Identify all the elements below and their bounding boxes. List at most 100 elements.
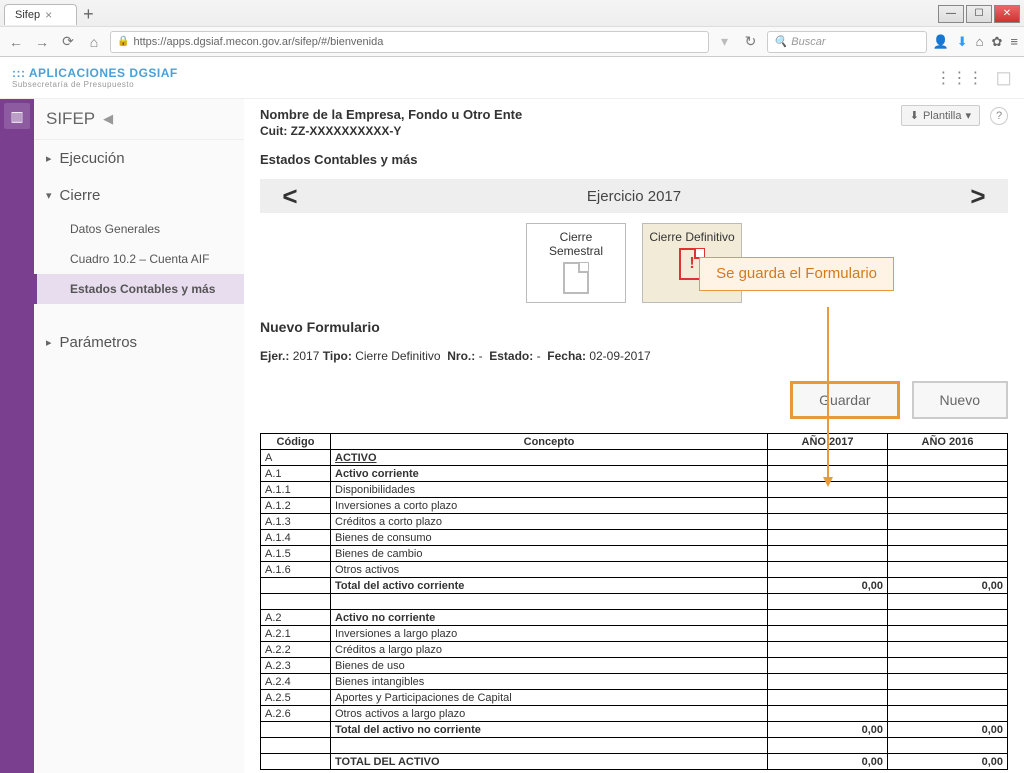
table-row[interactable] xyxy=(261,738,1008,754)
browser-chrome: Sifep × + — ☐ ✕ ← → ⟳ ⌂ 🔒 https://apps.d… xyxy=(0,0,1024,57)
nav-label: Ejecución xyxy=(60,150,125,167)
nav-label: Parámetros xyxy=(60,334,138,351)
search-placeholder: Buscar xyxy=(791,36,825,48)
nav-cuadro-102[interactable]: Cuadro 10.2 – Cuenta AIF xyxy=(34,244,244,274)
table-row[interactable]: Total del activo no corriente0,000,00 xyxy=(261,722,1008,738)
table-row[interactable]: A.2.6Otros activos a largo plazo xyxy=(261,706,1008,722)
company-name: Nombre de la Empresa, Fondo u Otro Ente xyxy=(260,107,1008,122)
form-title: Nuevo Formulario xyxy=(260,319,1008,335)
th-year2: AÑO 2016 xyxy=(888,434,1008,450)
logo-subtext: Subsecretaría de Presupuesto xyxy=(12,80,178,89)
annotation-callout: Se guarda el Formulario xyxy=(699,257,894,291)
table-row[interactable]: A.2.1Inversiones a largo plazo xyxy=(261,626,1008,642)
table-row[interactable]: AACTIVO xyxy=(261,450,1008,466)
sidebar: ▥ SIFEP ◀ Ejecución Cierre Datos General… xyxy=(0,99,244,773)
main-top-right: ⬇ Plantilla ▾ ? xyxy=(901,105,1008,126)
table-row[interactable]: A.1Activo corriente xyxy=(261,466,1008,482)
menu-icon[interactable]: ≡ xyxy=(1010,34,1018,50)
collapse-icon: ◀ xyxy=(103,111,113,127)
apps-grid-icon[interactable]: ⋮⋮⋮ xyxy=(935,68,983,88)
sidebar-rail: ▥ xyxy=(0,99,34,773)
estados-table: Código Concepto AÑO 2017 AÑO 2016 AACTIV… xyxy=(260,433,1008,770)
table-row[interactable]: A.1.5Bienes de cambio xyxy=(261,546,1008,562)
table-row[interactable]: A.1.6Otros activos xyxy=(261,562,1008,578)
address-bar: ← → ⟳ ⌂ 🔒 https://apps.dgsiaf.mecon.gov.… xyxy=(0,26,1024,56)
forward-icon[interactable]: → xyxy=(32,32,52,52)
plantilla-button[interactable]: ⬇ Plantilla ▾ xyxy=(901,105,980,126)
maximize-button[interactable]: ☐ xyxy=(966,5,992,23)
sidebar-content: SIFEP ◀ Ejecución Cierre Datos Generales… xyxy=(34,99,244,773)
caret-down-icon xyxy=(46,189,52,202)
ejercicio-label: Ejercicio 2017 xyxy=(587,188,681,205)
window-controls: — ☐ ✕ xyxy=(936,5,1020,23)
browser-tab[interactable]: Sifep × xyxy=(4,4,77,25)
plantilla-label: Plantilla xyxy=(923,110,962,122)
help-icon[interactable]: ? xyxy=(990,107,1008,125)
tab-bar: Sifep × + — ☐ ✕ xyxy=(0,0,1024,26)
table-row[interactable]: Total del activo corriente0,000,00 xyxy=(261,578,1008,594)
reload2-icon[interactable]: ↻ xyxy=(741,32,761,52)
ejercicio-bar: < Ejercicio 2017 > xyxy=(260,179,1008,213)
th-codigo: Código xyxy=(261,434,331,450)
ext-icon[interactable]: ✿ xyxy=(992,34,1003,50)
new-tab-button[interactable]: + xyxy=(83,4,94,25)
nav-cierre[interactable]: Cierre xyxy=(34,177,244,214)
bookmark-icon[interactable]: ◻ xyxy=(995,65,1012,90)
next-ejercicio-button[interactable]: > xyxy=(948,181,1008,212)
table-row[interactable]: TOTAL DEL ACTIVO0,000,00 xyxy=(261,754,1008,770)
minimize-button[interactable]: — xyxy=(938,5,964,23)
table-row[interactable]: A.1.3Créditos a corto plazo xyxy=(261,514,1008,530)
download-icon[interactable]: ⬇ xyxy=(957,34,968,50)
table-row[interactable]: A.2Activo no corriente xyxy=(261,610,1008,626)
sidebar-title-text: SIFEP xyxy=(46,109,95,129)
action-row: Guardar Nuevo xyxy=(260,381,1008,419)
self-icon[interactable]: 👤 xyxy=(933,34,949,50)
caret-right-icon xyxy=(46,336,52,349)
table-row[interactable]: A.2.4Bienes intangibles xyxy=(261,674,1008,690)
cuit: Cuit: ZZ-XXXXXXXXXX-Y xyxy=(260,124,1008,138)
close-icon[interactable]: × xyxy=(45,8,52,22)
cierre-cards: Cierre Semestral Cierre Definitivo xyxy=(260,223,1008,303)
search-input[interactable]: 🔍 Buscar xyxy=(767,31,927,53)
nav-ejecucion[interactable]: Ejecución xyxy=(34,140,244,177)
back-icon[interactable]: ← xyxy=(6,32,26,52)
nav-estados-contables[interactable]: Estados Contables y más xyxy=(34,274,244,304)
nav-label: Cierre xyxy=(60,187,101,204)
download-icon: ⬇ xyxy=(910,109,919,122)
header-right: ⋮⋮⋮ ◻ xyxy=(935,65,1012,90)
reader-icon[interactable]: ▾ xyxy=(715,32,735,52)
app-header: ::: APLICACIONES DGSIAF Subsecretaría de… xyxy=(0,57,1024,99)
annotation-arrow xyxy=(827,307,829,485)
tab-title: Sifep xyxy=(15,9,40,21)
close-window-button[interactable]: ✕ xyxy=(994,5,1020,23)
table-row[interactable] xyxy=(261,594,1008,610)
table-row[interactable]: A.1.2Inversiones a corto plazo xyxy=(261,498,1008,514)
caret-right-icon xyxy=(46,152,52,165)
chart-icon[interactable]: ▥ xyxy=(4,103,30,129)
nav-parametros[interactable]: Parámetros xyxy=(34,324,244,361)
chevron-down-icon: ▾ xyxy=(965,109,971,122)
search-icon: 🔍 xyxy=(774,35,788,48)
form-meta: Ejer.: 2017 Tipo: Cierre Definitivo Nro.… xyxy=(260,349,1008,363)
home-icon[interactable]: ⌂ xyxy=(84,32,104,52)
home2-icon[interactable]: ⌂ xyxy=(976,34,984,50)
lock-icon: 🔒 xyxy=(117,36,129,47)
url-input[interactable]: 🔒 https://apps.dgsiaf.mecon.gov.ar/sifep… xyxy=(110,31,709,53)
sidebar-title[interactable]: SIFEP ◀ xyxy=(34,99,244,140)
guardar-button[interactable]: Guardar xyxy=(790,381,899,419)
table-row[interactable]: A.1.1Disponibilidades xyxy=(261,482,1008,498)
app-body: ▥ SIFEP ◀ Ejecución Cierre Datos General… xyxy=(0,99,1024,773)
nuevo-button[interactable]: Nuevo xyxy=(912,381,1008,419)
nav-datos-generales[interactable]: Datos Generales xyxy=(34,214,244,244)
reload-icon[interactable]: ⟳ xyxy=(58,32,78,52)
url-text: https://apps.dgsiaf.mecon.gov.ar/sifep/#… xyxy=(133,36,383,48)
card-cierre-semestral[interactable]: Cierre Semestral xyxy=(526,223,626,303)
document-icon xyxy=(563,262,589,294)
table-row[interactable]: A.2.3Bienes de uso xyxy=(261,658,1008,674)
table-row[interactable]: A.2.5Aportes y Participaciones de Capita… xyxy=(261,690,1008,706)
table-header-row: Código Concepto AÑO 2017 AÑO 2016 xyxy=(261,434,1008,450)
main-content: ⬇ Plantilla ▾ ? Nombre de la Empresa, Fo… xyxy=(244,99,1024,773)
table-row[interactable]: A.2.2Créditos a largo plazo xyxy=(261,642,1008,658)
table-row[interactable]: A.1.4Bienes de consumo xyxy=(261,530,1008,546)
prev-ejercicio-button[interactable]: < xyxy=(260,181,320,212)
